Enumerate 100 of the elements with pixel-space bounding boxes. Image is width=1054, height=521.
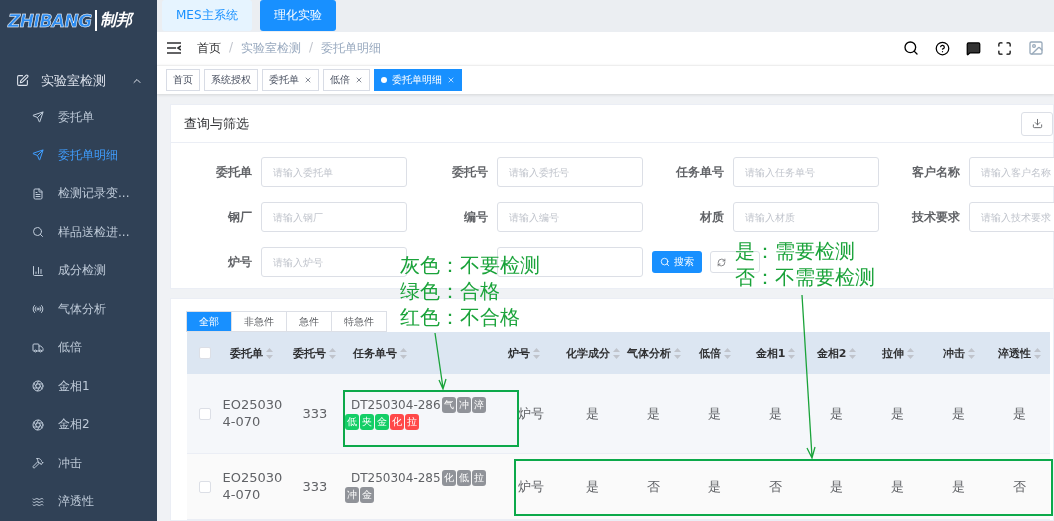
test-tag: 淬	[471, 397, 486, 413]
field-label: 技术要求	[912, 208, 960, 226]
close-icon[interactable]	[355, 75, 363, 84]
truck-icon	[32, 341, 44, 354]
test-tag: 冲	[456, 397, 471, 413]
table-cell: 是	[708, 477, 721, 496]
table-cell: 是	[891, 477, 904, 496]
sort-icon[interactable]	[967, 347, 975, 359]
sort-icon[interactable]	[723, 347, 731, 359]
filter-tab[interactable]: 非急件	[231, 311, 287, 332]
table-cell: 是	[586, 477, 599, 496]
sidebar-item[interactable]: 低倍	[0, 328, 157, 368]
table-cell: 是	[708, 404, 721, 423]
column-header[interactable]: 气体分析	[623, 332, 684, 374]
close-icon[interactable]	[447, 75, 455, 84]
column-header[interactable]: 化学成分	[562, 332, 623, 374]
table-cell-text: EO250304-070	[222, 396, 284, 431]
sort-icon[interactable]	[673, 347, 681, 359]
test-tag: 冲	[345, 487, 359, 503]
download-icon	[1031, 118, 1043, 129]
column-header[interactable]: 委托号	[285, 332, 345, 374]
column-header[interactable]: 拉伸	[867, 332, 928, 374]
field-label: 任务单号	[676, 163, 724, 181]
column-header[interactable]: 低倍	[684, 332, 745, 374]
filter-tab[interactable]: 特急件	[331, 311, 387, 332]
sort-icon[interactable]	[329, 347, 336, 359]
table-cell: 炉号	[518, 404, 544, 423]
annotation-text: 是：需要检测	[735, 238, 856, 264]
table-cell: 是	[952, 404, 965, 423]
search-icon	[660, 257, 670, 267]
document-icon	[32, 187, 44, 200]
checkbox[interactable]	[198, 480, 211, 493]
message-icon[interactable]	[966, 40, 981, 56]
breadcrumb-link[interactable]: 首页	[197, 39, 221, 57]
field-label: 材质	[700, 208, 724, 226]
sort-icon[interactable]	[1034, 347, 1041, 359]
wave-icon	[32, 495, 44, 508]
help-icon[interactable]	[935, 40, 950, 56]
avatar-image-icon[interactable]	[1028, 40, 1044, 57]
aperture-icon	[32, 380, 44, 393]
column-header[interactable]: 金相2	[806, 332, 867, 374]
sort-icon[interactable]	[612, 347, 620, 359]
sort-icon[interactable]	[788, 347, 796, 359]
sort-icon[interactable]	[906, 347, 914, 359]
test-tag: 金	[375, 414, 389, 430]
column-header[interactable]: 冲击	[928, 332, 989, 374]
table-cell: 是	[891, 404, 904, 423]
send-icon	[32, 111, 44, 123]
page-tag[interactable]: 低倍	[323, 68, 370, 91]
column-header[interactable]: 炉号	[500, 332, 562, 374]
sidebar-item[interactable]: 冲击	[0, 444, 157, 483]
test-tag: 低	[456, 470, 471, 486]
checkbox[interactable]	[198, 347, 211, 359]
table-cell: 333	[302, 479, 328, 494]
sidebar-item[interactable]: 样品送检进...	[0, 213, 157, 252]
search-icon	[32, 226, 44, 239]
search-icon[interactable]	[903, 40, 919, 57]
sidebar-item[interactable]: 委托单明细	[0, 136, 157, 175]
sidebar-item[interactable]: 委托单	[0, 97, 157, 137]
test-tag: 金	[360, 487, 374, 503]
breadcrumb-separator: /	[229, 39, 234, 56]
menu-icon[interactable]	[167, 42, 181, 55]
test-tag: 拉	[405, 414, 419, 430]
sidebar-item[interactable]: 金相1	[0, 367, 157, 406]
column-header[interactable]: 淬透性	[989, 332, 1050, 374]
page-tag[interactable]: 委托单	[262, 68, 319, 91]
sort-icon[interactable]	[266, 347, 273, 359]
sidebar-item[interactable]: 成分检测	[0, 251, 157, 291]
sidebar-item[interactable]: 检测记录变...	[0, 174, 157, 214]
column-header[interactable]: 委托单	[222, 332, 285, 374]
table-cell: 是	[647, 404, 660, 423]
menu-group[interactable]: 实验室检测	[0, 63, 157, 98]
field-label: 委托号	[452, 163, 488, 181]
page-tag[interactable]: 系统授权	[204, 68, 258, 91]
panel-title: 查询与筛选	[184, 114, 249, 133]
table-cell: 是	[769, 404, 782, 423]
page-tag[interactable]: 首页	[166, 68, 200, 91]
sidebar-item[interactable]: 气体分析	[0, 290, 157, 329]
sort-icon[interactable]	[400, 347, 407, 359]
field-label: 编号	[464, 208, 488, 226]
test-tag: 化	[390, 414, 404, 430]
sidebar-item[interactable]: 淬透性	[0, 482, 157, 521]
table-cell: 炉号	[518, 477, 544, 496]
close-icon[interactable]	[304, 75, 312, 84]
sort-icon[interactable]	[533, 347, 540, 359]
annotation-arrow	[434, 332, 447, 391]
annotation-text: 红色：不合格	[400, 304, 521, 330]
download-button[interactable]	[1021, 111, 1053, 136]
field-label: 委托单	[216, 163, 252, 181]
sidebar-item[interactable]: 金相2	[0, 405, 157, 444]
fullscreen-icon[interactable]	[997, 40, 1012, 56]
checkbox[interactable]	[198, 407, 211, 420]
test-tag: 拉	[471, 470, 486, 486]
column-header[interactable]: 任务单号	[345, 332, 500, 374]
sort-icon[interactable]	[849, 347, 857, 359]
column-header[interactable]: 金相1	[745, 332, 806, 374]
edit-icon	[16, 74, 29, 88]
filter-tab[interactable]: 急件	[286, 311, 332, 332]
table-cell: 333	[302, 406, 328, 421]
table-cell: 否	[769, 477, 782, 496]
